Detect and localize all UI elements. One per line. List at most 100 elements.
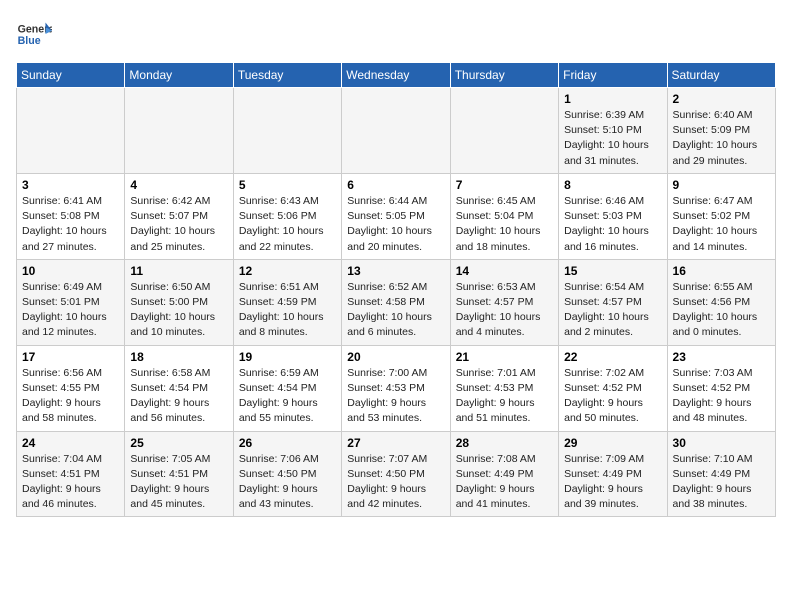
weekday-row: SundayMondayTuesdayWednesdayThursdayFrid… — [17, 63, 776, 88]
weekday-header-monday: Monday — [125, 63, 233, 88]
weekday-header-tuesday: Tuesday — [233, 63, 341, 88]
day-info: Sunrise: 6:52 AM Sunset: 4:58 PM Dayligh… — [347, 280, 444, 341]
day-info: Sunrise: 6:56 AM Sunset: 4:55 PM Dayligh… — [22, 366, 119, 427]
calendar-week-4: 17 Sunrise: 6:56 AM Sunset: 4:55 PM Dayli… — [17, 345, 776, 431]
calendar-week-2: 3 Sunrise: 6:41 AM Sunset: 5:08 PM Daylig… — [17, 173, 776, 259]
logo-icon: General Blue — [16, 16, 52, 52]
calendar-cell: 13 Sunrise: 6:52 AM Sunset: 4:58 PM Dayli… — [342, 259, 450, 345]
logo: General Blue — [16, 16, 52, 52]
day-info: Sunrise: 6:50 AM Sunset: 5:00 PM Dayligh… — [130, 280, 227, 341]
day-number: 11 — [130, 264, 227, 278]
day-info: Sunrise: 6:44 AM Sunset: 5:05 PM Dayligh… — [347, 194, 444, 255]
calendar-cell: 21 Sunrise: 7:01 AM Sunset: 4:53 PM Dayli… — [450, 345, 558, 431]
day-number: 14 — [456, 264, 553, 278]
day-info: Sunrise: 7:08 AM Sunset: 4:49 PM Dayligh… — [456, 452, 553, 513]
weekday-header-sunday: Sunday — [17, 63, 125, 88]
day-info: Sunrise: 6:42 AM Sunset: 5:07 PM Dayligh… — [130, 194, 227, 255]
day-info: Sunrise: 6:59 AM Sunset: 4:54 PM Dayligh… — [239, 366, 336, 427]
day-number: 2 — [673, 92, 770, 106]
calendar-cell: 7 Sunrise: 6:45 AM Sunset: 5:04 PM Daylig… — [450, 173, 558, 259]
day-info: Sunrise: 7:09 AM Sunset: 4:49 PM Dayligh… — [564, 452, 661, 513]
day-number: 22 — [564, 350, 661, 364]
calendar-cell: 1 Sunrise: 6:39 AM Sunset: 5:10 PM Daylig… — [559, 88, 667, 174]
day-info: Sunrise: 6:40 AM Sunset: 5:09 PM Dayligh… — [673, 108, 770, 169]
calendar-cell: 2 Sunrise: 6:40 AM Sunset: 5:09 PM Daylig… — [667, 88, 775, 174]
calendar-cell — [450, 88, 558, 174]
day-number: 17 — [22, 350, 119, 364]
day-number: 25 — [130, 436, 227, 450]
day-number: 12 — [239, 264, 336, 278]
calendar-cell: 30 Sunrise: 7:10 AM Sunset: 4:49 PM Dayli… — [667, 431, 775, 517]
day-number: 8 — [564, 178, 661, 192]
day-number: 18 — [130, 350, 227, 364]
calendar-cell — [233, 88, 341, 174]
weekday-header-saturday: Saturday — [667, 63, 775, 88]
day-info: Sunrise: 7:04 AM Sunset: 4:51 PM Dayligh… — [22, 452, 119, 513]
calendar-week-5: 24Sunrise: 7:04 AM Sunset: 4:51 PM Dayli… — [17, 431, 776, 517]
page-header: General Blue — [16, 16, 776, 52]
day-info: Sunrise: 7:01 AM Sunset: 4:53 PM Dayligh… — [456, 366, 553, 427]
calendar-cell: 6 Sunrise: 6:44 AM Sunset: 5:05 PM Daylig… — [342, 173, 450, 259]
day-number: 10 — [22, 264, 119, 278]
calendar-cell: 28 Sunrise: 7:08 AM Sunset: 4:49 PM Dayli… — [450, 431, 558, 517]
day-number: 27 — [347, 436, 444, 450]
day-info: Sunrise: 6:51 AM Sunset: 4:59 PM Dayligh… — [239, 280, 336, 341]
day-info: Sunrise: 6:54 AM Sunset: 4:57 PM Dayligh… — [564, 280, 661, 341]
day-number: 21 — [456, 350, 553, 364]
calendar-cell: 17 Sunrise: 6:56 AM Sunset: 4:55 PM Dayli… — [17, 345, 125, 431]
day-number: 13 — [347, 264, 444, 278]
day-info: Sunrise: 7:07 AM Sunset: 4:50 PM Dayligh… — [347, 452, 444, 513]
day-number: 7 — [456, 178, 553, 192]
calendar-cell: 9 Sunrise: 6:47 AM Sunset: 5:02 PM Daylig… — [667, 173, 775, 259]
day-number: 6 — [347, 178, 444, 192]
calendar-cell: 14 Sunrise: 6:53 AM Sunset: 4:57 PM Dayli… — [450, 259, 558, 345]
day-number: 28 — [456, 436, 553, 450]
day-info: Sunrise: 6:39 AM Sunset: 5:10 PM Dayligh… — [564, 108, 661, 169]
day-number: 3 — [22, 178, 119, 192]
calendar-cell: 16 Sunrise: 6:55 AM Sunset: 4:56 PM Dayli… — [667, 259, 775, 345]
day-info: Sunrise: 6:47 AM Sunset: 5:02 PM Dayligh… — [673, 194, 770, 255]
day-number: 20 — [347, 350, 444, 364]
calendar-cell: 26Sunrise: 7:06 AM Sunset: 4:50 PM Dayli… — [233, 431, 341, 517]
day-number: 23 — [673, 350, 770, 364]
calendar-cell — [342, 88, 450, 174]
calendar-cell: 8 Sunrise: 6:46 AM Sunset: 5:03 PM Daylig… — [559, 173, 667, 259]
calendar-cell: 27 Sunrise: 7:07 AM Sunset: 4:50 PM Dayli… — [342, 431, 450, 517]
day-info: Sunrise: 6:55 AM Sunset: 4:56 PM Dayligh… — [673, 280, 770, 341]
day-number: 15 — [564, 264, 661, 278]
calendar-week-3: 10 Sunrise: 6:49 AM Sunset: 5:01 PM Dayli… — [17, 259, 776, 345]
calendar-cell: 24Sunrise: 7:04 AM Sunset: 4:51 PM Dayli… — [17, 431, 125, 517]
day-info: Sunrise: 6:53 AM Sunset: 4:57 PM Dayligh… — [456, 280, 553, 341]
calendar-cell: 15 Sunrise: 6:54 AM Sunset: 4:57 PM Dayli… — [559, 259, 667, 345]
calendar-cell: 19 Sunrise: 6:59 AM Sunset: 4:54 PM Dayli… — [233, 345, 341, 431]
day-info: Sunrise: 7:10 AM Sunset: 4:49 PM Dayligh… — [673, 452, 770, 513]
day-number: 26 — [239, 436, 336, 450]
day-info: Sunrise: 6:49 AM Sunset: 5:01 PM Dayligh… — [22, 280, 119, 341]
day-info: Sunrise: 6:43 AM Sunset: 5:06 PM Dayligh… — [239, 194, 336, 255]
day-number: 1 — [564, 92, 661, 106]
weekday-header-thursday: Thursday — [450, 63, 558, 88]
day-number: 19 — [239, 350, 336, 364]
weekday-header-friday: Friday — [559, 63, 667, 88]
calendar-header: SundayMondayTuesdayWednesdayThursdayFrid… — [17, 63, 776, 88]
calendar-cell: 25Sunrise: 7:05 AM Sunset: 4:51 PM Dayli… — [125, 431, 233, 517]
calendar-cell: 3 Sunrise: 6:41 AM Sunset: 5:08 PM Daylig… — [17, 173, 125, 259]
day-number: 29 — [564, 436, 661, 450]
calendar-week-1: 1 Sunrise: 6:39 AM Sunset: 5:10 PM Daylig… — [17, 88, 776, 174]
calendar-cell: 22Sunrise: 7:02 AM Sunset: 4:52 PM Dayli… — [559, 345, 667, 431]
day-number: 16 — [673, 264, 770, 278]
calendar-cell: 23Sunrise: 7:03 AM Sunset: 4:52 PM Dayli… — [667, 345, 775, 431]
weekday-header-wednesday: Wednesday — [342, 63, 450, 88]
day-info: Sunrise: 6:58 AM Sunset: 4:54 PM Dayligh… — [130, 366, 227, 427]
day-number: 4 — [130, 178, 227, 192]
calendar-cell: 5 Sunrise: 6:43 AM Sunset: 5:06 PM Daylig… — [233, 173, 341, 259]
day-info: Sunrise: 6:41 AM Sunset: 5:08 PM Dayligh… — [22, 194, 119, 255]
day-number: 9 — [673, 178, 770, 192]
calendar-cell: 10 Sunrise: 6:49 AM Sunset: 5:01 PM Dayli… — [17, 259, 125, 345]
day-info: Sunrise: 6:45 AM Sunset: 5:04 PM Dayligh… — [456, 194, 553, 255]
day-number: 5 — [239, 178, 336, 192]
calendar-cell: 12 Sunrise: 6:51 AM Sunset: 4:59 PM Dayli… — [233, 259, 341, 345]
svg-text:Blue: Blue — [18, 35, 41, 47]
day-number: 30 — [673, 436, 770, 450]
day-info: Sunrise: 6:46 AM Sunset: 5:03 PM Dayligh… — [564, 194, 661, 255]
